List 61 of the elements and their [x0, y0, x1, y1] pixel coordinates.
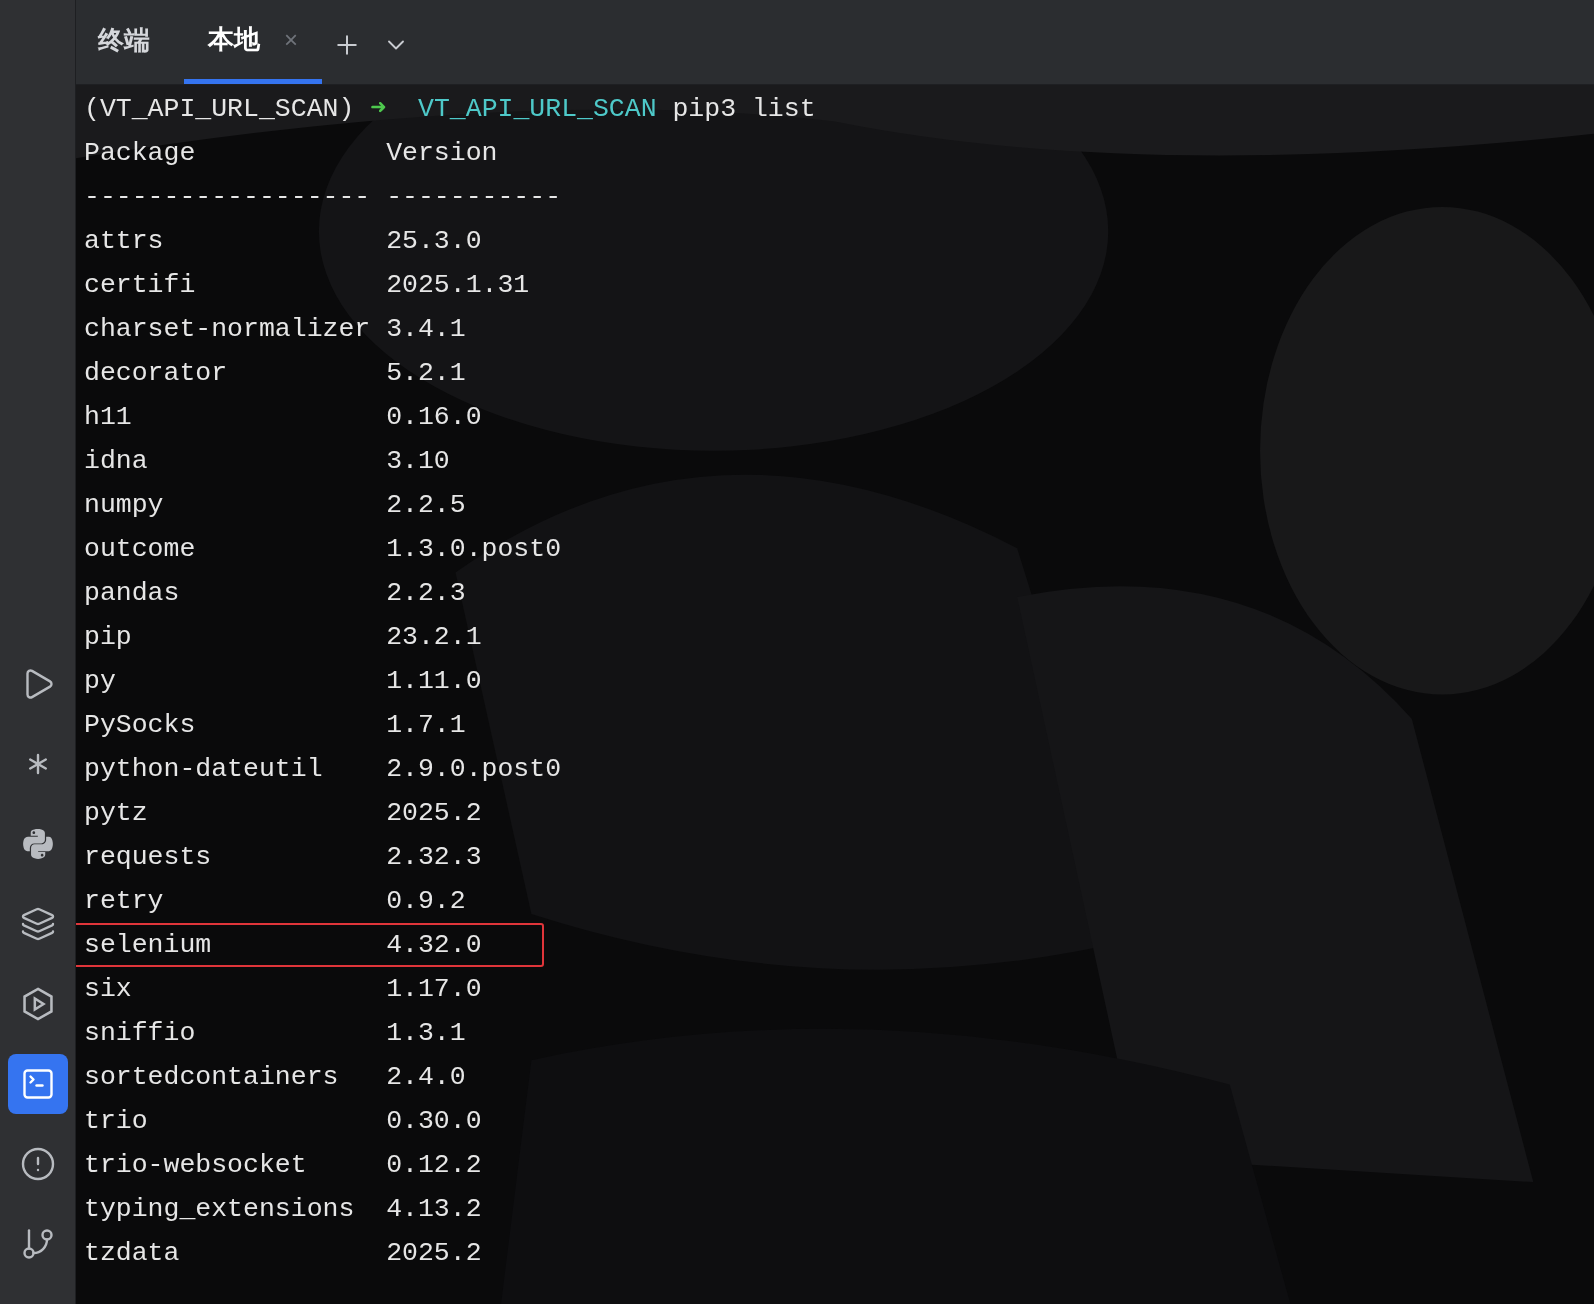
package-name: PySocks — [84, 709, 197, 742]
package-version: 25.3.0 — [386, 225, 482, 258]
command-text: pip3 list — [672, 93, 816, 126]
package-name: decorator — [84, 357, 229, 390]
package-version: 3.10 — [386, 445, 450, 478]
prompt-arrow: ➜ — [370, 93, 387, 126]
package-version: 1.3.0.post0 — [386, 533, 562, 566]
package-version: 1.11.0 — [386, 665, 482, 698]
package-version: 1.3.1 — [386, 1017, 466, 1050]
prompt-directory: VT_API_URL_SCAN — [418, 93, 657, 126]
package-version: 2.4.0 — [386, 1061, 466, 1094]
package-name: typing_extensions — [84, 1193, 356, 1226]
package-name: pytz — [84, 797, 149, 830]
package-name: sortedcontainers — [84, 1061, 340, 1094]
package-version: 2025.1.31 — [386, 269, 530, 302]
package-version: 0.9.2 — [386, 885, 466, 918]
package-name: charset-normalizer — [84, 313, 372, 346]
package-version: 4.13.2 — [386, 1193, 482, 1226]
package-version: 2.32.3 — [386, 841, 482, 874]
package-name: python-dateutil — [84, 753, 324, 786]
package-version: 0.16.0 — [386, 401, 482, 434]
separator-text: ------------------ — [84, 181, 372, 214]
package-name: pandas — [84, 577, 181, 610]
package-name: certifi — [84, 269, 197, 302]
package-name: six — [84, 973, 133, 1006]
package-version: 2.9.0.post0 — [386, 753, 562, 786]
prompt-env: (VT_API_URL_SCAN) — [84, 93, 355, 126]
package-name: requests — [84, 841, 213, 874]
python-icon — [20, 827, 55, 861]
package-version: 1.17.0 — [386, 973, 482, 1006]
package-name: py — [84, 665, 117, 698]
tool-window-title: 终端 — [98, 24, 151, 57]
package-version: 23.2.1 — [386, 621, 482, 654]
package-version: 2.2.3 — [386, 577, 466, 610]
package-name: trio-websocket — [84, 1149, 308, 1182]
separator-text: ----------- — [386, 181, 562, 214]
column-header: Version — [386, 137, 498, 170]
package-version: 3.4.1 — [386, 313, 466, 346]
package-version: 4.32.0 — [386, 929, 482, 962]
layers-icon — [19, 906, 56, 942]
package-version: 5.2.1 — [386, 357, 466, 390]
package-version: 0.30.0 — [386, 1105, 482, 1138]
package-version: 0.12.2 — [386, 1149, 482, 1182]
package-name: idna — [84, 445, 149, 478]
package-name: attrs — [84, 225, 165, 258]
package-name: retry — [84, 885, 165, 918]
package-version: 2025.2 — [386, 797, 482, 830]
package-name: outcome — [84, 533, 197, 566]
package-version: 1.7.1 — [386, 709, 466, 742]
package-version: 2.2.5 — [386, 489, 466, 522]
package-name: sniffio — [84, 1017, 197, 1050]
package-name: tzdata — [84, 1237, 181, 1270]
package-version: 2025.2 — [386, 1237, 482, 1270]
column-header: Package — [84, 137, 197, 170]
sidebar-button[interactable] — [7, 1054, 68, 1114]
package-name: trio — [84, 1105, 149, 1138]
package-name: h11 — [84, 401, 133, 434]
package-name: selenium — [84, 929, 213, 962]
alert-icon — [19, 1146, 56, 1182]
package-name: pip — [84, 621, 133, 654]
package-name: numpy — [84, 489, 165, 522]
